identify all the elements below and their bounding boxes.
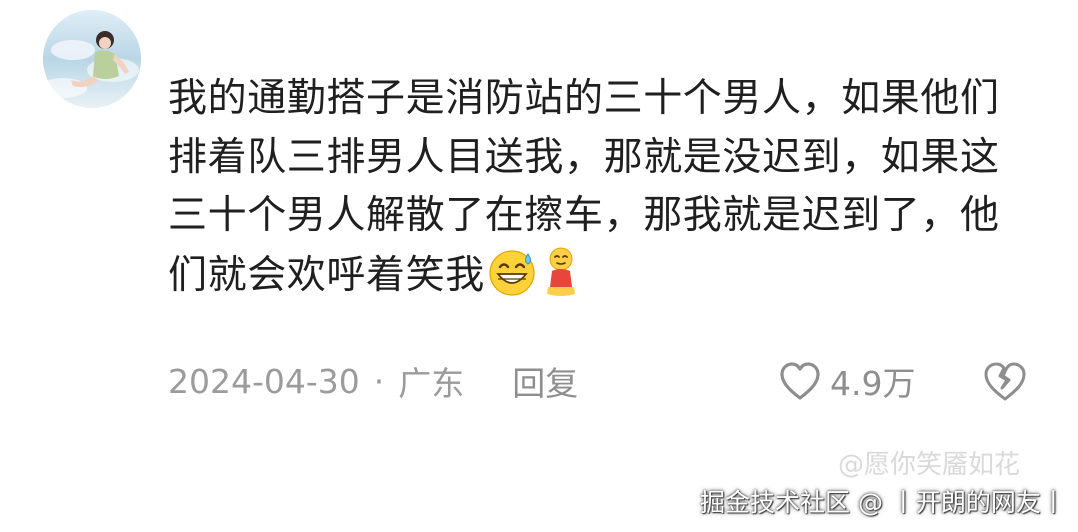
comment-line-last: 们就会欢呼着笑我	[168, 246, 1048, 316]
avatar[interactable]	[43, 10, 141, 108]
comment-line: 我的通勤搭子是消防站的三十个男人，如果他们	[168, 76, 1000, 121]
comment-line: 三十个男人解散了在擦车，那我就是迟到了，他	[168, 193, 1000, 238]
comment-line-text: 们就会欢呼着笑我	[168, 252, 485, 298]
comment-line: 排着队三排男人目送我，那就是没迟到，如果这	[168, 134, 1000, 180]
comment-meta: 2024-04-30 · 广东 回复	[168, 356, 578, 406]
comment-location: 广东	[398, 364, 465, 403]
watermark-faint: @愿你笑靥如花	[838, 450, 1021, 480]
reply-button[interactable]: 回复	[512, 357, 578, 405]
meta-separator: ·	[373, 361, 385, 401]
broken-heart-icon	[984, 362, 1026, 401]
comment-text: 我的通勤搭子是消防站的三十个男人，如果他们 排着队三排男人目送我，那就是没迟到，…	[168, 70, 1048, 315]
watermark-source: 掘金技术社区 @ 丨开朗的网友丨	[700, 488, 1066, 517]
kneeling-person-emoji-icon	[539, 246, 583, 316]
like-button[interactable]: 4.9万	[778, 356, 915, 406]
like-count: 4.9万	[830, 364, 916, 403]
comment-date: 2024-04-30	[168, 361, 360, 401]
dislike-button[interactable]	[982, 358, 1028, 404]
grinning-sweat-emoji-icon	[487, 248, 537, 316]
heart-outline-icon	[780, 362, 820, 400]
